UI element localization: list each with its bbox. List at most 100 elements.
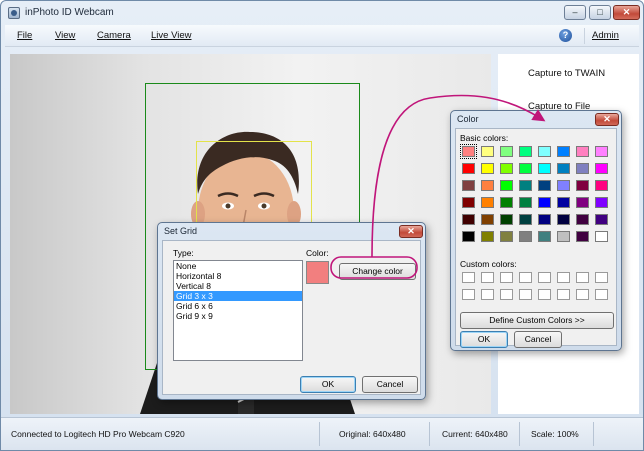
set-grid-close-button[interactable]: ✕ <box>399 225 423 238</box>
basic-color-swatch[interactable] <box>538 197 551 208</box>
basic-color-swatch[interactable] <box>557 197 570 208</box>
menu-live-view[interactable]: Live View <box>151 30 192 41</box>
custom-color-slot[interactable] <box>538 272 551 283</box>
grid-type-option[interactable]: Vertical 8 <box>174 281 302 291</box>
basic-color-swatch[interactable] <box>595 146 608 157</box>
basic-color-swatch[interactable] <box>481 180 494 191</box>
menu-camera[interactable]: Camera <box>97 30 131 41</box>
help-icon[interactable]: ? <box>559 29 572 42</box>
grid-type-option[interactable]: None <box>174 261 302 271</box>
basic-color-swatch[interactable] <box>576 180 589 191</box>
custom-color-slot[interactable] <box>462 289 475 300</box>
capture-to-twain-link[interactable]: Capture to TWAIN <box>528 68 605 79</box>
basic-color-swatch[interactable] <box>595 197 608 208</box>
close-button[interactable]: ✕ <box>613 5 640 20</box>
basic-color-swatch[interactable] <box>519 146 532 157</box>
basic-color-swatch[interactable] <box>462 163 475 174</box>
set-grid-cancel-button[interactable]: Cancel <box>362 376 418 393</box>
custom-color-slot[interactable] <box>519 289 532 300</box>
basic-color-swatch[interactable] <box>519 163 532 174</box>
basic-color-swatch[interactable] <box>557 214 570 225</box>
basic-color-swatch[interactable] <box>595 231 608 242</box>
menu-admin[interactable]: Admin <box>592 30 619 41</box>
basic-color-swatch[interactable] <box>557 146 570 157</box>
scale-readout: Scale: 100% <box>531 429 579 439</box>
basic-color-swatch[interactable] <box>500 146 513 157</box>
basic-color-swatch[interactable] <box>481 197 494 208</box>
basic-color-swatch[interactable] <box>500 180 513 191</box>
maximize-button[interactable]: □ <box>589 5 611 20</box>
basic-color-swatch[interactable] <box>519 180 532 191</box>
custom-color-slot[interactable] <box>538 289 551 300</box>
color-cancel-button[interactable]: Cancel <box>514 331 562 348</box>
color-label: Color: <box>306 248 329 258</box>
basic-color-swatch[interactable] <box>576 197 589 208</box>
basic-color-swatch[interactable] <box>500 231 513 242</box>
custom-color-slot[interactable] <box>576 289 589 300</box>
basic-color-swatch[interactable] <box>519 214 532 225</box>
basic-color-swatch[interactable] <box>462 214 475 225</box>
basic-color-swatch[interactable] <box>481 231 494 242</box>
grid-type-option[interactable]: Horizontal 8 <box>174 271 302 281</box>
grid-color-swatch <box>306 261 329 284</box>
custom-color-slot[interactable] <box>481 289 494 300</box>
change-color-button[interactable]: Change color <box>339 263 416 280</box>
custom-color-slot[interactable] <box>519 272 532 283</box>
basic-color-swatch[interactable] <box>595 163 608 174</box>
custom-color-slot[interactable] <box>500 272 513 283</box>
basic-color-swatch[interactable] <box>519 197 532 208</box>
basic-color-swatch[interactable] <box>576 214 589 225</box>
basic-color-swatch[interactable] <box>460 144 477 159</box>
basic-color-swatch[interactable] <box>462 231 475 242</box>
grid-type-option[interactable]: Grid 6 x 6 <box>174 301 302 311</box>
basic-color-swatch[interactable] <box>557 180 570 191</box>
basic-colors-label: Basic colors: <box>460 133 509 143</box>
custom-color-slot[interactable] <box>595 289 608 300</box>
basic-color-swatch[interactable] <box>576 163 589 174</box>
basic-color-swatch[interactable] <box>576 231 589 242</box>
basic-color-swatch[interactable] <box>595 180 608 191</box>
grid-type-option[interactable]: Grid 9 x 9 <box>174 311 302 321</box>
basic-color-swatch[interactable] <box>481 163 494 174</box>
basic-color-swatch[interactable] <box>500 214 513 225</box>
basic-color-swatch[interactable] <box>557 163 570 174</box>
basic-color-swatch[interactable] <box>462 180 475 191</box>
set-grid-ok-button[interactable]: OK <box>300 376 356 393</box>
custom-color-slot[interactable] <box>595 272 608 283</box>
window-title: inPhoto ID Webcam <box>25 7 114 18</box>
basic-color-swatch[interactable] <box>538 231 551 242</box>
custom-color-slot[interactable] <box>500 289 513 300</box>
grid-type-option[interactable]: Grid 3 x 3 <box>174 291 302 301</box>
basic-color-swatch[interactable] <box>576 146 589 157</box>
grid-type-list[interactable]: None Horizontal 8 Vertical 8 Grid 3 x 3 Grid… <box>173 260 303 361</box>
color-dialog-close-button[interactable]: ✕ <box>595 113 619 126</box>
title-bar: inPhoto ID Webcam – □ ✕ <box>1 1 643 25</box>
basic-color-swatch[interactable] <box>500 163 513 174</box>
basic-color-swatch[interactable] <box>462 197 475 208</box>
basic-color-swatch[interactable] <box>519 231 532 242</box>
basic-color-swatch[interactable] <box>557 231 570 242</box>
basic-color-swatch[interactable] <box>500 197 513 208</box>
custom-color-slot[interactable] <box>557 272 570 283</box>
custom-color-slot[interactable] <box>576 272 589 283</box>
basic-color-swatch[interactable] <box>538 180 551 191</box>
menu-divider <box>584 28 585 44</box>
color-dialog-body: Basic colors: Custom colors: Define Cust… <box>455 128 617 348</box>
basic-color-swatch[interactable] <box>538 163 551 174</box>
menu-view[interactable]: View <box>55 30 75 41</box>
basic-color-swatch[interactable] <box>538 146 551 157</box>
basic-color-swatch[interactable] <box>538 214 551 225</box>
set-grid-dialog: Set Grid ✕ Type: None Horizontal 8 Vertica… <box>157 222 426 400</box>
menu-bar: File View Camera Live View ? Admin <box>5 25 639 47</box>
custom-color-slot[interactable] <box>481 272 494 283</box>
basic-color-swatch[interactable] <box>481 146 494 157</box>
color-ok-button[interactable]: OK <box>460 331 508 348</box>
original-size: Original: 640x480 <box>339 429 406 439</box>
menu-file[interactable]: File <box>17 30 32 41</box>
basic-color-swatch[interactable] <box>595 214 608 225</box>
minimize-button[interactable]: – <box>564 5 586 20</box>
basic-color-swatch[interactable] <box>481 214 494 225</box>
define-custom-colors-button[interactable]: Define Custom Colors >> <box>460 312 614 329</box>
custom-color-slot[interactable] <box>557 289 570 300</box>
custom-color-slot[interactable] <box>462 272 475 283</box>
